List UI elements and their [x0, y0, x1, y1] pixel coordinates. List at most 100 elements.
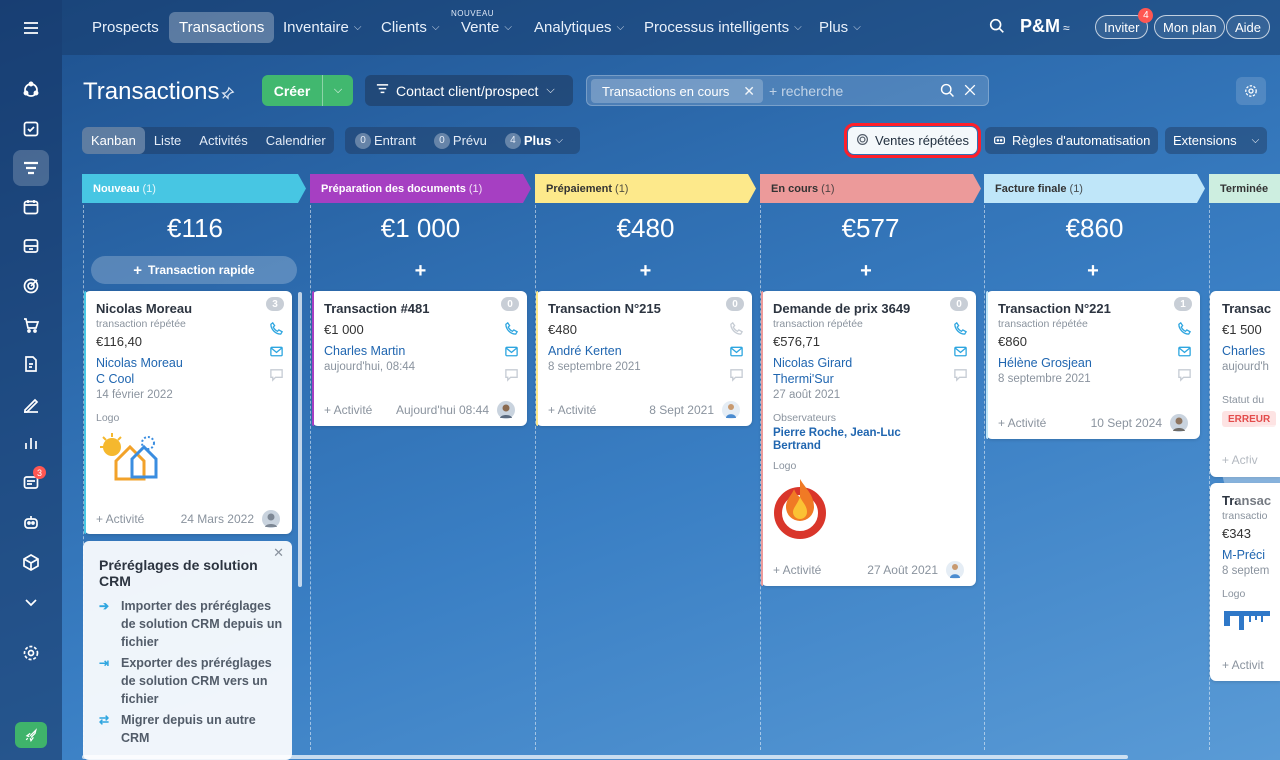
my-plan-button[interactable]: Mon plan: [1154, 15, 1226, 39]
nav-transactions[interactable]: Transactions: [169, 12, 275, 43]
package-icon[interactable]: [13, 544, 49, 580]
card-contact-link[interactable]: Hélène Grosjean: [998, 356, 1092, 370]
phone-icon[interactable]: [269, 321, 284, 336]
add-activity-link[interactable]: + Activité: [773, 563, 867, 577]
pin-icon[interactable]: [221, 86, 235, 100]
target-icon[interactable]: [13, 268, 49, 304]
email-icon[interactable]: [504, 344, 519, 359]
column-header-preparation[interactable]: Préparation des documents (1): [310, 174, 531, 203]
extensions-button[interactable]: Extensions ⌵: [1165, 127, 1267, 154]
card-contact-link[interactable]: Charles: [1222, 344, 1265, 358]
counter-plus[interactable]: 4 Plus ⌵: [504, 132, 563, 149]
phone-icon[interactable]: [504, 321, 519, 336]
avatar[interactable]: [262, 510, 280, 528]
card-title[interactable]: Transaction N°215: [548, 301, 661, 316]
card-contact-link[interactable]: Charles Martin: [324, 344, 405, 358]
horizontal-scrollbar[interactable]: [82, 755, 1128, 759]
brand-name[interactable]: P&M: [1020, 16, 1060, 37]
add-card-button[interactable]: +: [984, 260, 1202, 283]
crm-filter-icon[interactable]: [13, 150, 49, 186]
counter-prevu[interactable]: 0 Prévu: [433, 132, 487, 149]
card-company-link[interactable]: C Cool: [96, 372, 134, 386]
add-activity-link[interactable]: + Activité: [96, 512, 181, 526]
vertical-scrollbar[interactable]: [298, 292, 302, 587]
search-filter-box[interactable]: Transactions en cours ✕ + recherche: [586, 75, 989, 106]
search-icon[interactable]: [988, 17, 1006, 35]
nav-vente[interactable]: NOUVEAU Vente ⌵: [451, 9, 522, 43]
settings-gear-icon[interactable]: [13, 635, 49, 671]
column-header-terminee[interactable]: Terminée: [1209, 174, 1280, 203]
email-icon[interactable]: [953, 344, 968, 359]
chat-icon[interactable]: [1177, 367, 1192, 382]
deal-card[interactable]: Demande de prix 3649 0 transaction répét…: [761, 291, 976, 586]
card-title[interactable]: Demande de prix 3649: [773, 301, 910, 316]
add-activity-link[interactable]: + Activit: [1222, 658, 1264, 672]
preset-export[interactable]: ⇥ Exporter des préréglages de solution C…: [99, 654, 284, 708]
hamburger-menu-icon[interactable]: [13, 10, 49, 46]
card-observers[interactable]: Pierre Roche, Jean-Luc Bertrand: [773, 427, 943, 453]
settings-button[interactable]: [1236, 77, 1266, 105]
tab-kanban[interactable]: Kanban: [82, 127, 145, 154]
feed-icon[interactable]: [13, 72, 49, 108]
add-card-button[interactable]: +: [535, 260, 756, 283]
card-contact-link[interactable]: André Kerten: [548, 344, 622, 358]
shop-cart-icon[interactable]: [13, 307, 49, 343]
chat-icon[interactable]: [504, 367, 519, 382]
nav-prospects[interactable]: Prospects: [82, 12, 169, 43]
contact-client-button[interactable]: Contact client/prospect ⌵: [365, 75, 573, 106]
avatar[interactable]: [497, 401, 515, 419]
chat-icon[interactable]: [269, 367, 284, 382]
quick-transaction-button[interactable]: + Transaction rapide: [91, 256, 297, 284]
robot-icon[interactable]: [13, 504, 49, 540]
deal-card[interactable]: Nicolas Moreau 3 transaction répétée €11…: [84, 291, 292, 534]
card-contact-link[interactable]: M-Préci: [1222, 548, 1265, 562]
clear-icon[interactable]: [962, 82, 978, 104]
phone-icon[interactable]: [729, 321, 744, 336]
add-activity-link[interactable]: + Activité: [548, 403, 649, 417]
close-icon[interactable]: ✕: [273, 545, 284, 561]
invite-button[interactable]: Inviter 4: [1095, 8, 1154, 39]
nav-processus-intelligents[interactable]: Processus intelligents ⌵: [634, 12, 812, 43]
signature-icon[interactable]: [13, 386, 49, 422]
preset-import[interactable]: ➔ Importer des préréglages de solution C…: [99, 597, 284, 651]
add-card-button[interactable]: +: [310, 260, 531, 283]
tab-activites[interactable]: Activités: [190, 127, 256, 154]
add-card-button[interactable]: +: [760, 260, 972, 283]
analytics-icon[interactable]: [13, 425, 49, 461]
add-activity-link[interactable]: + Activité: [998, 416, 1091, 430]
avatar[interactable]: [1170, 414, 1188, 432]
card-contact-link[interactable]: Nicolas Girard: [773, 356, 852, 370]
nav-clients[interactable]: Clients ⌵: [371, 12, 449, 43]
phone-icon[interactable]: [953, 321, 968, 336]
card-company-link[interactable]: Thermi'Sur: [773, 372, 834, 386]
column-header-nouveau[interactable]: Nouveau (1): [82, 174, 306, 203]
chat-icon[interactable]: [729, 367, 744, 382]
tab-liste[interactable]: Liste: [145, 127, 190, 154]
avatar[interactable]: [722, 401, 740, 419]
messages-icon[interactable]: 3: [13, 464, 49, 500]
search-icon[interactable]: [939, 82, 956, 104]
card-title[interactable]: Transaction N°221: [998, 301, 1111, 316]
create-button[interactable]: Créer ⌵: [262, 75, 353, 106]
email-icon[interactable]: [1177, 344, 1192, 359]
email-icon[interactable]: [729, 344, 744, 359]
switch-icon[interactable]: ≈: [1063, 21, 1070, 35]
help-button[interactable]: Aide: [1226, 15, 1271, 39]
close-icon[interactable]: ✕: [743, 83, 755, 100]
search-input[interactable]: + recherche: [769, 83, 843, 99]
drive-icon[interactable]: [13, 228, 49, 264]
card-title[interactable]: Transaction #481: [324, 301, 430, 316]
rocket-icon[interactable]: [15, 722, 47, 748]
tasks-icon[interactable]: [13, 111, 49, 147]
nav-analytiques[interactable]: Analytiques ⌵: [524, 12, 634, 43]
column-header-en-cours[interactable]: En cours (1): [760, 174, 981, 203]
card-title[interactable]: Transac: [1222, 301, 1271, 316]
nav-inventaire[interactable]: Inventaire ⌵: [273, 12, 371, 43]
counter-entrant[interactable]: 0 Entrant: [355, 132, 416, 149]
filter-chip[interactable]: Transactions en cours ✕: [591, 79, 763, 103]
nav-plus[interactable]: Plus ⌵: [809, 12, 871, 43]
chevron-down-icon[interactable]: ⌵: [323, 84, 353, 97]
add-activity-link[interactable]: + Activité: [324, 403, 396, 417]
card-title[interactable]: Nicolas Moreau: [96, 301, 192, 316]
repeat-sales-button[interactable]: Ventes répétées: [844, 123, 981, 158]
